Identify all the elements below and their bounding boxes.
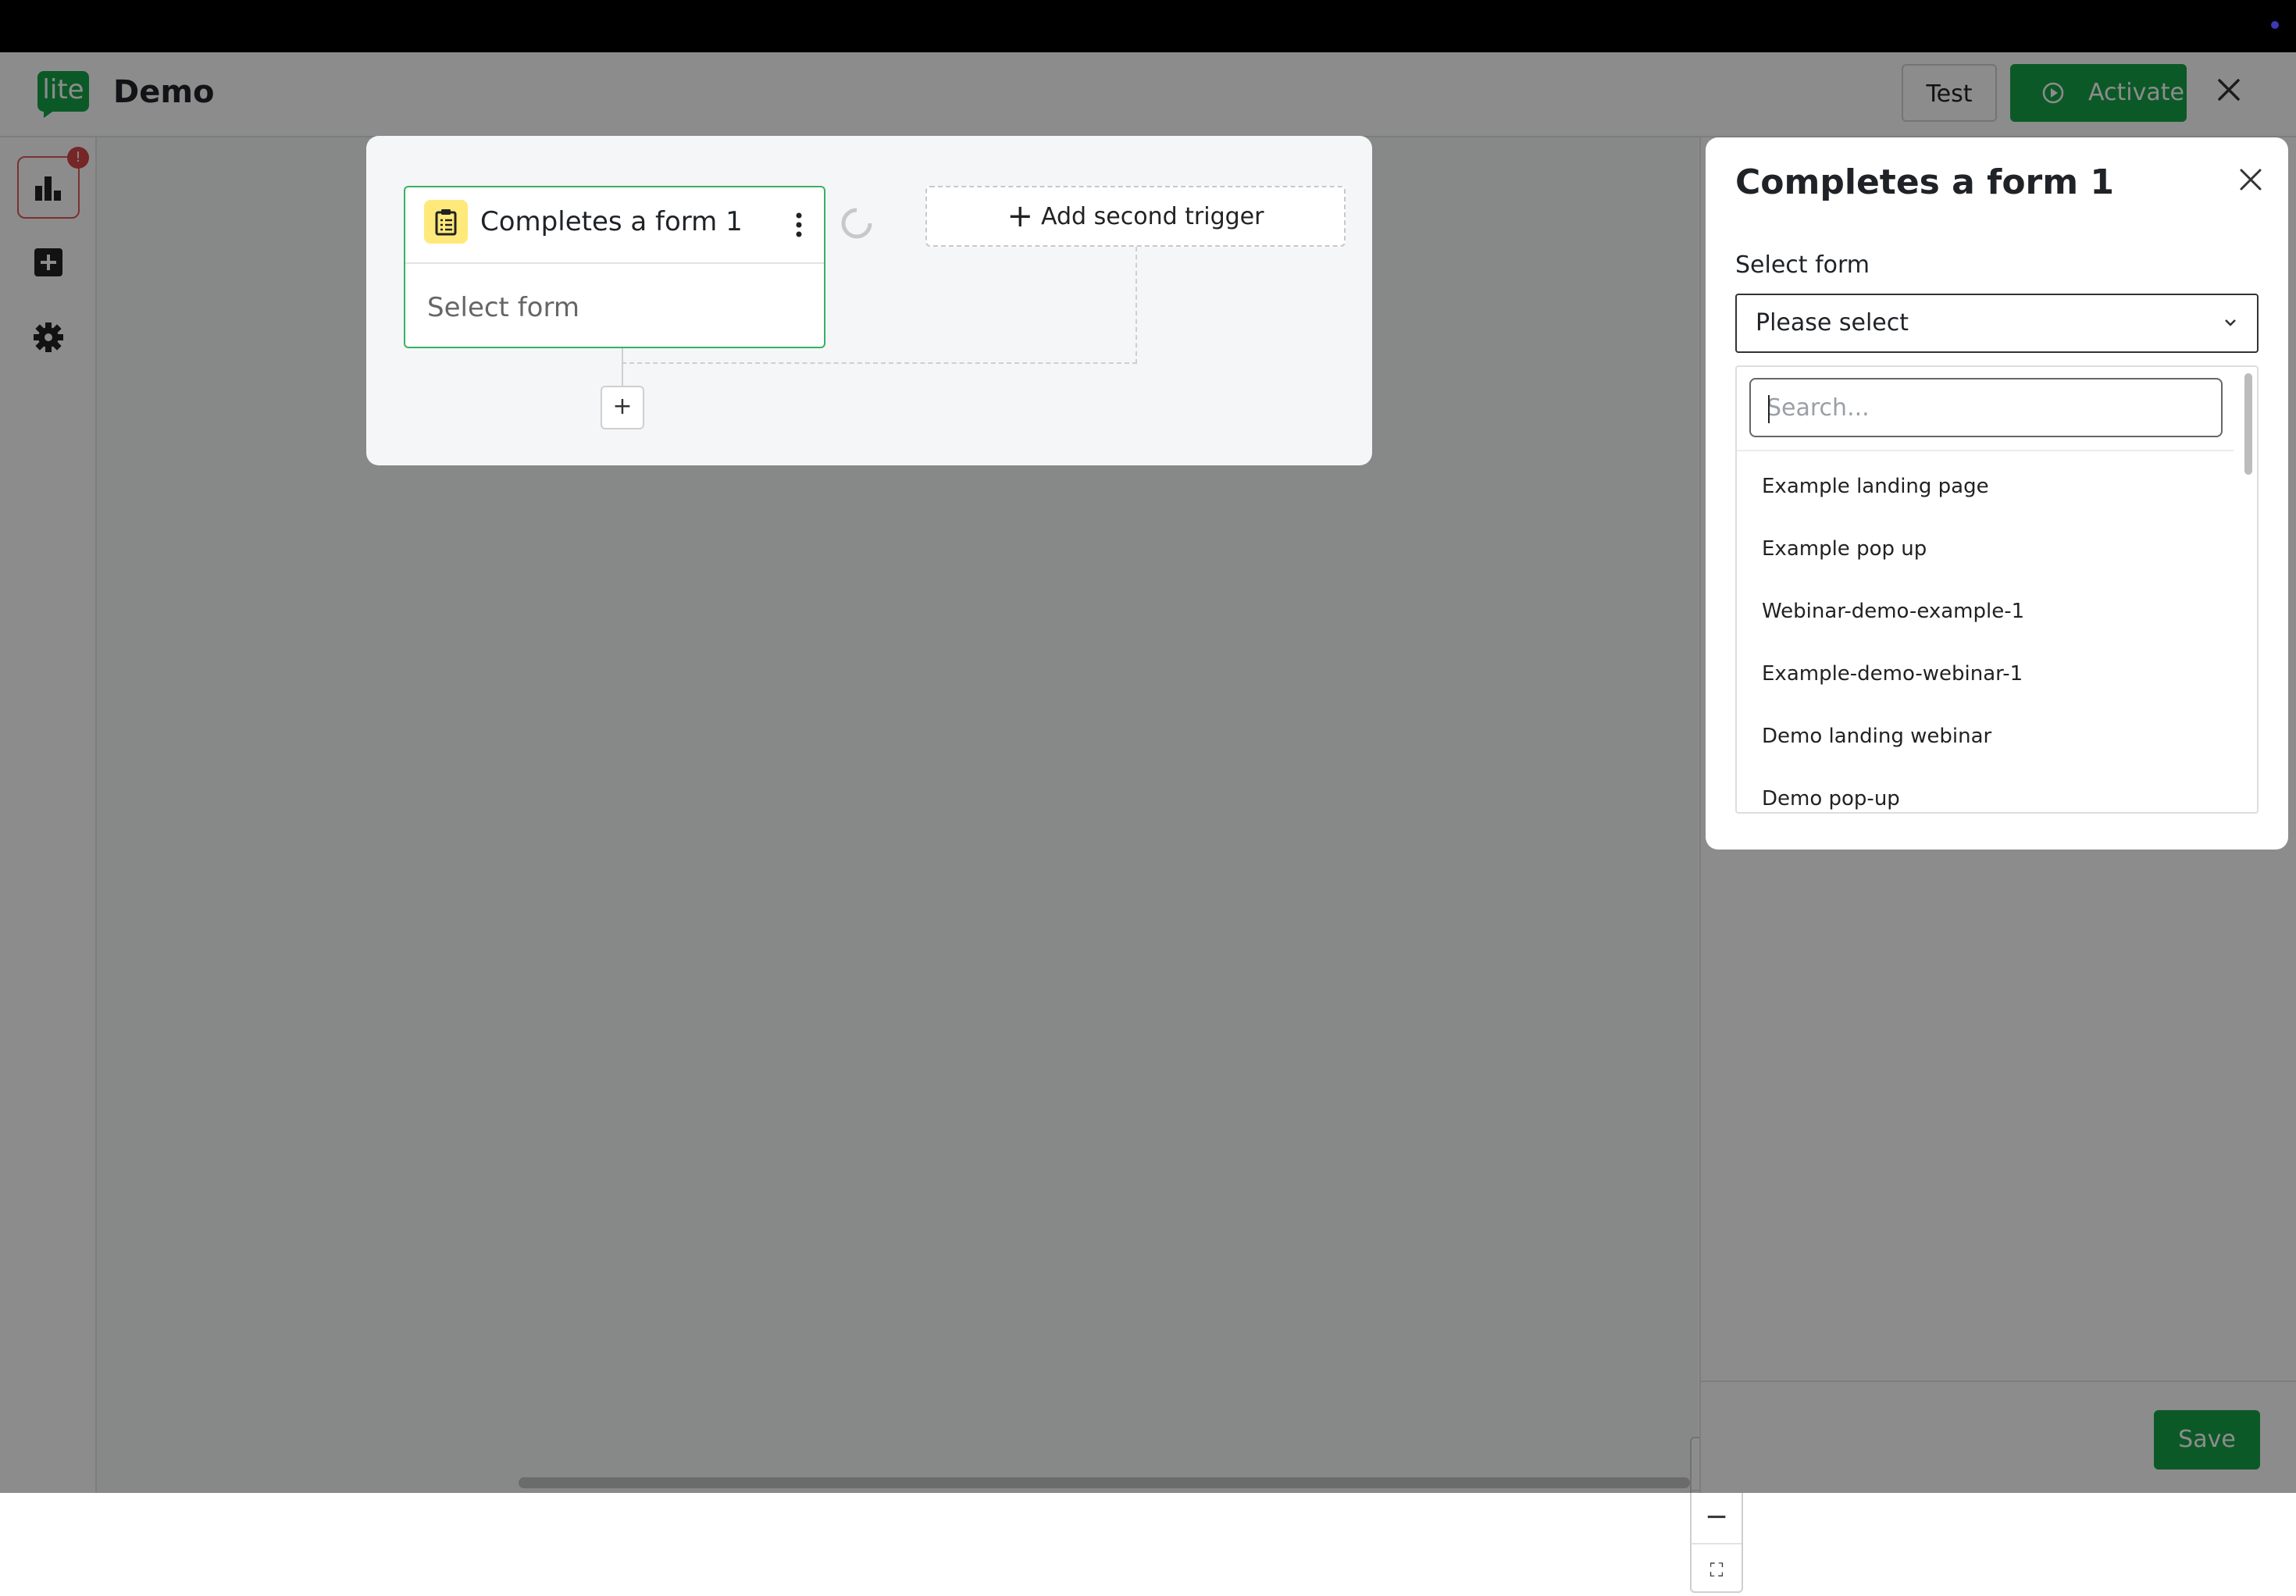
trigger-node-header: Completes a form 1 xyxy=(405,187,824,264)
panel-title: Completes a form 1 xyxy=(1735,162,2115,202)
text-cursor xyxy=(1768,395,1770,423)
add-step-button[interactable]: + xyxy=(601,386,644,429)
form-select-value: Please select xyxy=(1756,309,1909,337)
zoom-out-button[interactable]: − xyxy=(1692,1491,1742,1544)
workflow-card: Completes a form 1 Select form + Add seco… xyxy=(366,136,1372,465)
list-item[interactable]: Example-demo-webinar-1 xyxy=(1762,662,2023,686)
add-second-trigger-label: Add second trigger xyxy=(1041,203,1264,230)
loading-spinner-icon xyxy=(841,208,872,239)
form-select[interactable]: Please select xyxy=(1735,294,2259,353)
list-item[interactable]: Example pop up xyxy=(1762,537,1927,561)
trigger-title: Completes a form 1 xyxy=(480,206,743,237)
system-top-bar xyxy=(0,0,2296,52)
plus-icon: + xyxy=(1007,198,1034,234)
form-settings-card: Completes a form 1 Select form Please se… xyxy=(1706,137,2288,850)
trigger-body: Select form xyxy=(427,292,579,323)
connector-line xyxy=(622,348,623,386)
connector-dashed xyxy=(622,362,1137,364)
list-item[interactable]: Demo pop-up xyxy=(1762,787,1900,810)
dropdown-scrollbar[interactable] xyxy=(2244,373,2252,475)
connector-dashed-vertical xyxy=(1136,247,1137,364)
workflow-graph: Completes a form 1 Select form + Add seco… xyxy=(366,136,1372,464)
form-dropdown: Example landing page Example pop up Webi… xyxy=(1735,365,2259,814)
chevron-down-icon xyxy=(2225,319,2236,326)
fit-view-button[interactable]: ⛶ xyxy=(1692,1544,1742,1596)
search-field[interactable] xyxy=(1749,378,2223,437)
list-item[interactable]: Webinar-demo-example-1 xyxy=(1762,600,2024,623)
clipboard-icon xyxy=(424,200,468,244)
dropdown-divider xyxy=(1737,450,2234,451)
select-form-label: Select form xyxy=(1735,251,1870,279)
status-dot xyxy=(2271,21,2279,29)
add-second-trigger-button[interactable]: + Add second trigger xyxy=(925,186,1346,247)
more-vertical-icon[interactable] xyxy=(791,209,807,240)
search-input[interactable] xyxy=(1765,379,2205,436)
list-item[interactable]: Example landing page xyxy=(1762,475,1989,498)
trigger-node[interactable]: Completes a form 1 Select form xyxy=(404,186,825,348)
list-item[interactable]: Demo landing webinar xyxy=(1762,725,1991,748)
close-icon[interactable] xyxy=(2237,166,2265,194)
